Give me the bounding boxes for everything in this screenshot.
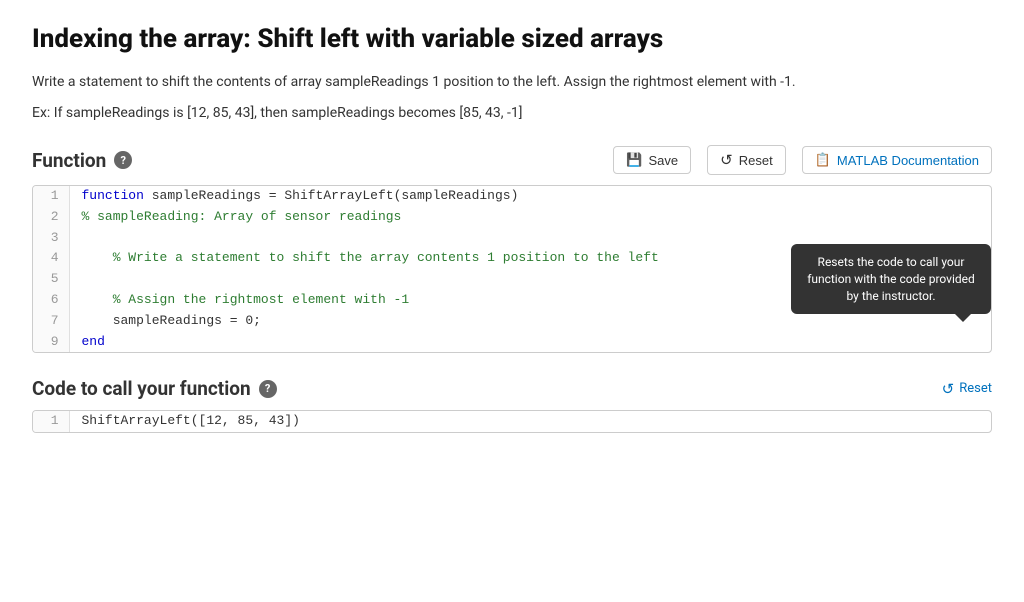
comment-text: % sampleReading: Array of sensor reading…	[82, 209, 402, 224]
call-reset-icon: ↺	[942, 380, 955, 398]
call-section-header: Code to call your function ? ↺ Reset	[32, 377, 992, 400]
line-number: 4	[33, 248, 69, 269]
page-title: Indexing the array: Shift left with vari…	[32, 24, 992, 54]
call-label: Code to call your function	[32, 377, 251, 400]
save-label: Save	[649, 153, 679, 168]
table-row: 2 % sampleReading: Array of sensor readi…	[33, 207, 991, 228]
keyword-function: function	[82, 188, 144, 203]
line-number: 2	[33, 207, 69, 228]
reset-icon: ↺	[720, 151, 733, 169]
line-number: 7	[33, 311, 69, 332]
keyword-end: end	[82, 334, 105, 349]
matlab-icon: 📋	[815, 152, 831, 168]
save-button[interactable]: 💾 Save	[613, 146, 691, 174]
call-code-table: 1 ShiftArrayLeft([12, 85, 43])	[33, 411, 991, 432]
line-number: 5	[33, 269, 69, 290]
table-row: 1 function sampleReadings = ShiftArrayLe…	[33, 186, 991, 207]
line-code[interactable]: function sampleReadings = ShiftArrayLeft…	[69, 186, 991, 207]
table-row: 1 ShiftArrayLeft([12, 85, 43])	[33, 411, 991, 432]
function-help-icon[interactable]: ?	[114, 151, 132, 169]
call-help-icon[interactable]: ?	[259, 380, 277, 398]
line-number: 6	[33, 290, 69, 311]
line-number: 3	[33, 228, 69, 249]
function-section-header: Function ? 💾 Save ↺ Reset 📋 MATLAB Docum…	[32, 145, 992, 175]
reset-label: Reset	[739, 153, 773, 168]
call-code-editor[interactable]: 1 ShiftArrayLeft([12, 85, 43])	[32, 410, 992, 433]
function-label: Function	[32, 149, 106, 172]
reset-tooltip: Resets the code to call your function wi…	[791, 244, 991, 314]
call-reset-label: Reset	[959, 381, 992, 396]
function-toolbar: 💾 Save ↺ Reset 📋 MATLAB Documentation	[613, 145, 992, 175]
line-code[interactable]: % sampleReading: Array of sensor reading…	[69, 207, 991, 228]
save-icon: 💾	[626, 152, 642, 168]
function-code-editor[interactable]: 1 function sampleReadings = ShiftArrayLe…	[32, 185, 992, 353]
call-reset-button[interactable]: ↺ Reset	[942, 380, 992, 398]
matlab-label: MATLAB Documentation	[837, 153, 979, 168]
reset-button[interactable]: ↺ Reset	[707, 145, 786, 175]
line-code[interactable]: end	[69, 332, 991, 353]
comment-text: % Write a statement to shift the array c…	[82, 250, 659, 265]
function-section-title: Function ?	[32, 149, 132, 172]
line-number: 1	[33, 411, 69, 432]
line-number: 1	[33, 186, 69, 207]
line-number: 9	[33, 332, 69, 353]
table-row: 9 end	[33, 332, 991, 353]
description: Write a statement to shift the contents …	[32, 72, 992, 93]
tooltip-text: Resets the code to call your function wi…	[807, 255, 975, 303]
comment-text: % Assign the rightmost element with -1	[82, 292, 410, 307]
line-code[interactable]: ShiftArrayLeft([12, 85, 43])	[69, 411, 991, 432]
call-section-title: Code to call your function ?	[32, 377, 277, 400]
example: Ex: If sampleReadings is [12, 85, 43], t…	[32, 105, 992, 121]
matlab-doc-button[interactable]: 📋 MATLAB Documentation	[802, 146, 992, 174]
